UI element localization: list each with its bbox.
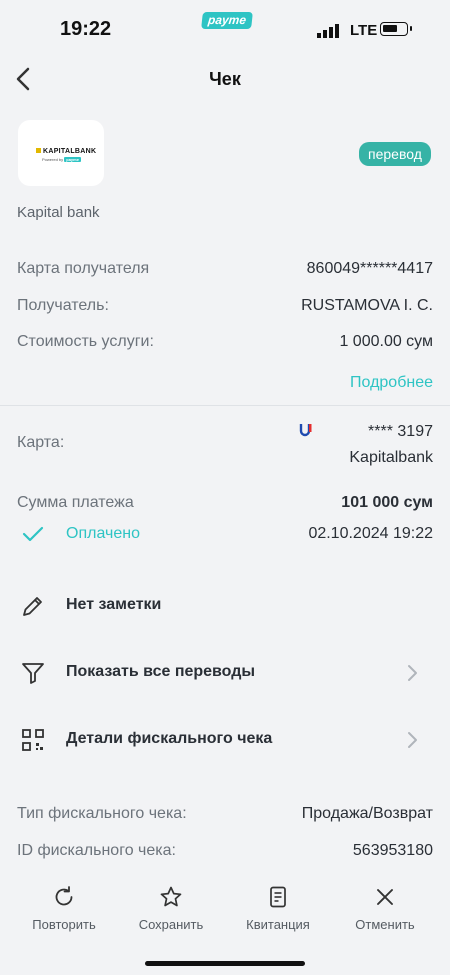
receipt-icon bbox=[270, 886, 286, 908]
bottom-action-bar: Повторить Сохранить Квитанция Отменить bbox=[0, 880, 450, 940]
payment-amount-value: 101 000 сум bbox=[341, 494, 433, 511]
receipt-label: Квитанция bbox=[246, 917, 310, 932]
repeat-button[interactable]: Повторить bbox=[14, 880, 114, 940]
check-icon bbox=[22, 526, 44, 542]
show-all-transfers-row[interactable]: Показать все переводы bbox=[0, 650, 450, 694]
card-system-icon bbox=[299, 424, 312, 437]
recipient-card-value: 860049******4417 bbox=[306, 260, 433, 277]
fiscal-type-value: Продажа/Возврат bbox=[301, 805, 433, 822]
payment-amount-label: Сумма платежа bbox=[17, 494, 134, 511]
pencil-icon bbox=[23, 597, 42, 616]
status-time: 19:22 bbox=[60, 18, 112, 40]
note-label: Нет заметки bbox=[66, 596, 162, 613]
merchant-logo-subtitle: Powered by payme bbox=[42, 157, 81, 162]
payme-logo: payme bbox=[201, 12, 253, 29]
save-button[interactable]: Сохранить bbox=[121, 880, 221, 940]
save-label: Сохранить bbox=[138, 917, 204, 932]
payment-status: Оплачено bbox=[66, 525, 140, 542]
cancel-label: Отменить bbox=[355, 917, 415, 932]
card-label: Карта: bbox=[17, 434, 65, 451]
network-type: LTE bbox=[350, 22, 378, 39]
recipient-label: Получатель: bbox=[17, 297, 109, 314]
service-fee-label: Стоимость услуги: bbox=[17, 333, 154, 350]
merchant-name: Kapital bank bbox=[17, 204, 100, 221]
payment-datetime: 02.10.2024 19:22 bbox=[308, 525, 433, 542]
card-number: **** 3197 bbox=[368, 423, 433, 440]
signal-icon bbox=[317, 24, 339, 38]
chevron-right-icon bbox=[408, 665, 417, 681]
card-bank: Kapitalbank bbox=[349, 449, 433, 466]
show-all-transfers-label: Показать все переводы bbox=[66, 663, 256, 680]
refresh-icon bbox=[55, 886, 73, 906]
battery-icon bbox=[380, 22, 412, 36]
star-icon bbox=[160, 886, 182, 907]
chevron-right-icon bbox=[408, 732, 417, 748]
filter-icon bbox=[22, 663, 44, 684]
merchant-logo-text: KAPITALBANK bbox=[36, 148, 96, 155]
divider bbox=[0, 405, 450, 406]
close-icon bbox=[377, 889, 393, 905]
recipient-card-label: Карта получателя bbox=[17, 260, 150, 277]
fiscal-id-label: ID фискального чека: bbox=[17, 842, 176, 859]
qr-code-icon bbox=[22, 729, 44, 751]
home-indicator[interactable] bbox=[145, 961, 305, 966]
transaction-type-badge: перевод bbox=[359, 142, 431, 166]
receipt-button[interactable]: Квитанция bbox=[228, 880, 328, 940]
repeat-label: Повторить bbox=[32, 917, 96, 932]
fiscal-id-value: 563953180 bbox=[352, 842, 433, 859]
fiscal-receipt-details-row[interactable]: Детали фискального чека bbox=[0, 717, 450, 761]
merchant-logo: KAPITALBANK Powered by payme bbox=[18, 120, 104, 186]
more-details-link[interactable]: Подробнее bbox=[350, 374, 433, 392]
recipient-value: RUSTAMOVA I. C. bbox=[301, 297, 433, 314]
page-title: Чек bbox=[209, 69, 241, 89]
note-row[interactable]: Нет заметки bbox=[0, 583, 450, 627]
cancel-button[interactable]: Отменить bbox=[335, 880, 435, 940]
service-fee-value: 1 000.00 сум bbox=[339, 333, 433, 350]
fiscal-type-label: Тип фискального чека: bbox=[17, 805, 187, 822]
fiscal-receipt-details-label: Детали фискального чека bbox=[66, 730, 273, 747]
